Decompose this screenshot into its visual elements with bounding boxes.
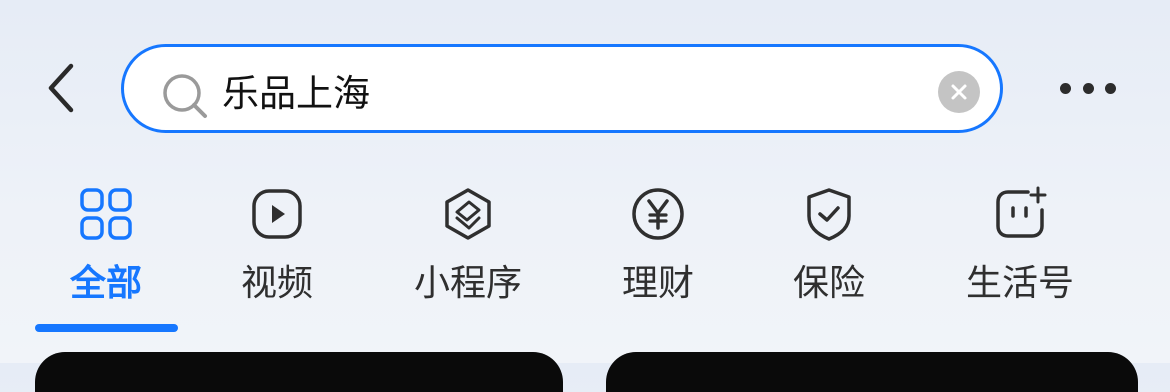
search-icon xyxy=(163,74,207,118)
more-icon-dot xyxy=(1105,82,1116,94)
tab-label: 小程序 xyxy=(413,263,522,304)
life-account-icon xyxy=(996,186,1047,238)
category-tabs: 全部 视频 小程序 理财 保险 生活号 xyxy=(0,180,1170,335)
tab-mini-program[interactable]: 小程序 xyxy=(383,180,553,330)
tab-video[interactable]: 视频 xyxy=(192,180,362,330)
tab-label: 保险 xyxy=(792,263,865,304)
result-card[interactable] xyxy=(606,352,1138,392)
more-options-button[interactable] xyxy=(1060,68,1116,108)
back-button[interactable] xyxy=(36,58,86,118)
tab-finance[interactable]: 理财 xyxy=(573,180,743,330)
more-icon-dot xyxy=(1082,82,1094,94)
mini-program-icon xyxy=(445,188,491,240)
result-card[interactable] xyxy=(35,352,563,392)
close-icon xyxy=(951,84,967,100)
tab-label: 全部 xyxy=(69,263,142,304)
grid-icon xyxy=(80,188,132,240)
clear-search-button[interactable] xyxy=(938,71,980,113)
tab-label: 视频 xyxy=(240,263,313,304)
search-input[interactable] xyxy=(222,61,922,119)
tab-life-account[interactable]: 生活号 xyxy=(935,180,1105,330)
tab-insurance[interactable]: 保险 xyxy=(744,180,914,330)
play-icon xyxy=(252,189,302,239)
yen-icon xyxy=(632,188,684,240)
tab-all[interactable]: 全部 xyxy=(21,180,191,330)
active-tab-indicator xyxy=(35,324,178,332)
shield-check-icon xyxy=(807,188,851,241)
more-icon-dot xyxy=(1060,82,1071,94)
tab-label: 理财 xyxy=(621,263,694,304)
chevron-left-icon xyxy=(48,63,74,113)
search-bar[interactable] xyxy=(121,44,1003,133)
tab-label: 生活号 xyxy=(965,263,1074,304)
